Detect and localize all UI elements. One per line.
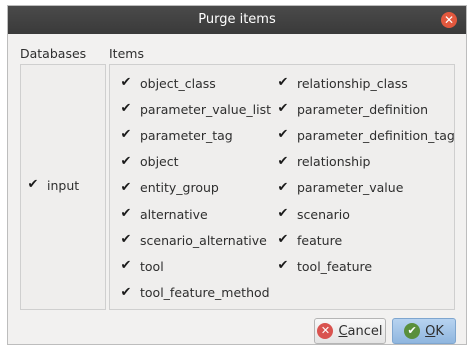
title-bar: Purge items ✕ xyxy=(8,6,466,34)
checkmark-icon: ✔ xyxy=(277,101,289,117)
item-label: parameter_value xyxy=(297,180,404,196)
item-checkbox-parameter-definition[interactable]: ✔ parameter_definition xyxy=(277,99,429,119)
items-header: Items xyxy=(109,46,144,61)
cancel-button[interactable]: ✕ Cancel xyxy=(314,318,386,344)
item-label: tool xyxy=(140,258,164,274)
cancel-icon: ✕ xyxy=(317,323,334,339)
item-label: tool_feature xyxy=(297,258,373,274)
item-label: object_class xyxy=(140,75,216,91)
item-checkbox-entity-group[interactable]: ✔ entity_group xyxy=(120,178,219,198)
database-checkbox-input[interactable]: ✔ input xyxy=(27,175,80,195)
close-icon[interactable]: ✕ xyxy=(441,12,457,28)
item-label: parameter_tag xyxy=(140,127,233,143)
purge-dialog: Purge items ✕ Databases Items ✔ input ✔ o… xyxy=(8,6,466,344)
dialog-title: Purge items xyxy=(198,12,276,27)
item-label: relationship_class xyxy=(297,75,408,91)
checkmark-icon: ✔ xyxy=(120,284,132,300)
items-panel: ✔ object_class ✔ parameter_value_list ✔ param… xyxy=(109,64,455,310)
item-checkbox-parameter-value[interactable]: ✔ parameter_value xyxy=(277,178,404,198)
item-checkbox-object[interactable]: ✔ object xyxy=(120,152,179,172)
item-checkbox-alternative[interactable]: ✔ alternative xyxy=(120,204,208,224)
checkmark-icon: ✔ xyxy=(120,179,132,195)
item-checkbox-parameter-tag[interactable]: ✔ parameter_tag xyxy=(120,125,233,145)
checkmark-icon: ✔ xyxy=(120,258,132,274)
checkmark-icon: ✔ xyxy=(120,153,132,169)
item-label: scenario_alternative xyxy=(140,232,267,248)
item-checkbox-scenario-alternative[interactable]: ✔ scenario_alternative xyxy=(120,230,267,250)
item-label: object xyxy=(140,154,179,170)
database-label: input xyxy=(47,177,80,193)
checkmark-icon: ✔ xyxy=(120,206,132,221)
checkmark-icon: ✔ xyxy=(277,127,289,143)
item-checkbox-tool-feature-method[interactable]: ✔ tool_feature_method xyxy=(120,283,270,303)
item-label: parameter_value_list xyxy=(140,101,271,117)
databases-panel: ✔ input xyxy=(20,64,106,310)
item-label: entity_group xyxy=(140,180,219,196)
checkmark-icon: ✔ xyxy=(277,179,289,195)
item-checkbox-tool-feature[interactable]: ✔ tool_feature xyxy=(277,256,373,276)
item-label: tool_feature_method xyxy=(140,285,270,301)
checkmark-icon: ✔ xyxy=(120,232,132,248)
item-label: parameter_definition_tag xyxy=(297,127,455,143)
item-checkbox-tool[interactable]: ✔ tool xyxy=(120,256,164,276)
ok-icon: ✔ xyxy=(404,323,421,339)
item-label: relationship xyxy=(297,154,371,170)
item-label: alternative xyxy=(140,206,208,222)
item-checkbox-relationship[interactable]: ✔ relationship xyxy=(277,152,371,172)
checkmark-icon: ✔ xyxy=(277,75,289,90)
checkmark-icon: ✔ xyxy=(277,232,289,248)
item-checkbox-scenario[interactable]: ✔ scenario xyxy=(277,204,350,224)
item-label: scenario xyxy=(297,206,350,222)
item-checkbox-feature[interactable]: ✔ feature xyxy=(277,230,343,250)
item-checkbox-parameter-definition-tag[interactable]: ✔ parameter_definition_tag xyxy=(277,125,455,145)
item-checkbox-object-class[interactable]: ✔ object_class xyxy=(120,73,216,93)
item-checkbox-relationship-class[interactable]: ✔ relationship_class xyxy=(277,73,408,93)
checkmark-icon: ✔ xyxy=(277,258,289,274)
ok-button[interactable]: ✔ OK xyxy=(392,318,456,344)
checkmark-icon: ✔ xyxy=(27,177,39,192)
item-label: feature xyxy=(297,232,343,248)
checkmark-icon: ✔ xyxy=(277,206,289,221)
checkmark-icon: ✔ xyxy=(277,153,289,169)
item-checkbox-parameter-value-list[interactable]: ✔ parameter_value_list xyxy=(120,99,271,119)
checkmark-icon: ✔ xyxy=(120,75,132,90)
checkmark-icon: ✔ xyxy=(120,127,132,143)
checkmark-icon: ✔ xyxy=(120,101,132,117)
item-label: parameter_definition xyxy=(297,101,429,117)
databases-header: Databases xyxy=(20,46,87,61)
